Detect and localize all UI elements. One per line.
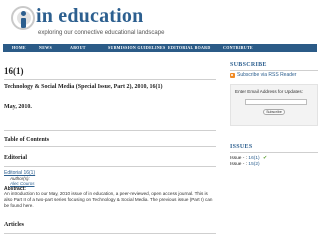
subscribe-heading: SUBSCRIBE <box>230 62 267 68</box>
rss-row[interactable]: Subscribe via RSS Reader <box>230 72 296 78</box>
divider <box>4 79 216 80</box>
issues-heading: ISSUES <box>230 144 253 150</box>
email-label: Enter Email Address for Updates: <box>235 89 303 94</box>
divider <box>4 233 216 234</box>
issue-list-item: Issue - : 15(2) <box>230 162 260 167</box>
rss-icon[interactable] <box>230 72 235 78</box>
abstract-text: An introduction to our May, 2010 issue o… <box>4 191 213 208</box>
nav-about[interactable]: ABOUT <box>70 46 86 50</box>
divider <box>4 146 216 147</box>
site-logo-icon[interactable] <box>11 6 35 30</box>
issue-link[interactable]: 15(2) <box>248 162 259 167</box>
email-input[interactable] <box>245 99 307 105</box>
subscribe-button[interactable]: Subscribe <box>263 109 285 115</box>
issue-prefix: Issue - : <box>230 156 248 161</box>
issue-link[interactable]: 16(1) <box>248 156 259 161</box>
main-content: 16(1) Technology & Social Media (Special… <box>4 58 218 240</box>
sidebar: SUBSCRIBE Subscribe via RSS Reader Enter… <box>230 60 318 240</box>
divider <box>230 70 318 71</box>
current-issue-check-icon: ✔ <box>262 155 268 161</box>
section-articles-heading: Articles <box>4 222 24 228</box>
nav-contribute[interactable]: CONTRIBUTE <box>223 46 253 50</box>
page-title: 16(1) <box>4 66 24 76</box>
issue-prefix: Issue - : <box>230 162 248 167</box>
divider <box>230 152 318 153</box>
site-title[interactable]: in education <box>36 6 143 26</box>
toc-heading: Table of Contents <box>4 137 50 143</box>
issue-subtitle: Technology & Social Media (Special Issue… <box>4 84 163 90</box>
divider <box>4 166 216 167</box>
nav-home[interactable]: HOME <box>12 46 26 50</box>
nav-submission-guidelines[interactable]: SUBMISSION GUIDELINES <box>108 46 166 50</box>
divider <box>4 130 216 131</box>
email-subscribe-box: Enter Email Address for Updates: Subscri… <box>230 84 318 126</box>
nav-news[interactable]: NEWS <box>39 46 52 50</box>
rss-link[interactable]: Subscribe via RSS Reader <box>237 72 296 78</box>
nav-editorial-board[interactable]: EDITORIAL BOARD <box>168 46 211 50</box>
section-editorial-heading: Editorial <box>4 155 28 161</box>
site-header: in education exploring our connective ed… <box>0 0 320 40</box>
site-tagline: exploring our connective educational lan… <box>38 30 165 36</box>
main-nav: HOME NEWS ABOUT SUBMISSION GUIDELINES ED… <box>3 44 317 52</box>
issue-date: May, 2010. <box>4 104 32 110</box>
issue-list-item: Issue - : 16(1) ✔ <box>230 155 267 161</box>
